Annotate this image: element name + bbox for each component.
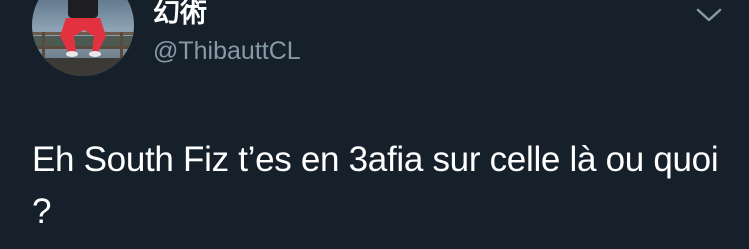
display-name[interactable]: 幻術 [153,0,207,30]
avatar-photo [32,0,134,76]
tweet-text: Eh South Fiz t’es en 3afia sur celle là … [32,140,719,231]
user-handle[interactable]: @ThibauttCL [153,35,301,67]
tweet-card: 幻術 @ThibauttCL Eh South Fiz t’es en 3afi… [0,0,749,249]
chevron-down-icon[interactable] [692,4,726,26]
avatar[interactable] [32,0,134,76]
